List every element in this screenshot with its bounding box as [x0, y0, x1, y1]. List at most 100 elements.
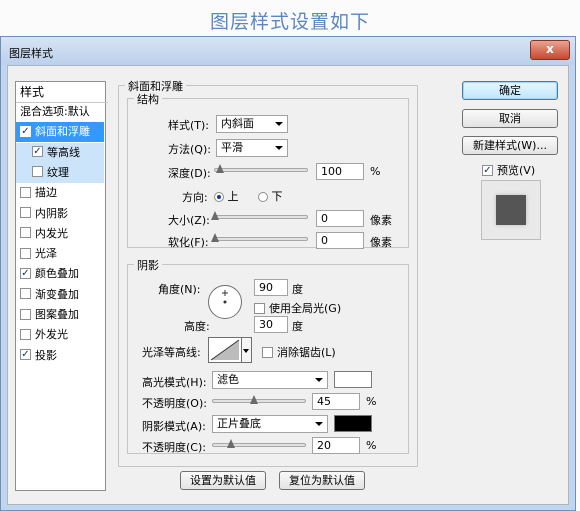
checkbox-icon[interactable] — [20, 247, 31, 259]
style-list-item[interactable]: ✓ 投影 — [16, 346, 104, 366]
highlight-opacity-slider[interactable] — [212, 395, 306, 404]
depth-unit: % — [370, 165, 381, 178]
banner: 图层样式设置如下 — [0, 0, 580, 36]
style-list-item-label: 斜面和浮雕 — [35, 125, 90, 139]
structure-group: 结构 样式(T): 内斜面 方法(Q): 平滑 深度(D): 100 % 方向: — [127, 91, 409, 249]
soften-input[interactable]: 0 — [316, 232, 364, 249]
direction-up-radio[interactable]: 上 — [214, 188, 239, 204]
set-default-button[interactable]: 设置为默认值 — [180, 471, 266, 490]
reset-default-button[interactable]: 复位为默认值 — [279, 471, 365, 490]
antialias-label: 消除锯齿(L) — [277, 346, 336, 359]
style-list-item-label: 渐变叠加 — [35, 287, 79, 301]
contour-curve-icon — [210, 339, 240, 361]
style-list-item[interactable]: ✓ 斜面和浮雕 — [16, 122, 104, 143]
depth-slider[interactable] — [214, 164, 308, 173]
direction-up-label: 上 — [227, 190, 239, 203]
highlight-mode-select[interactable]: 滤色 — [212, 371, 328, 389]
checkbox-checked-icon[interactable]: ✓ — [20, 267, 31, 279]
gloss-contour-picker[interactable] — [208, 337, 242, 363]
altitude-unit: 度 — [292, 320, 303, 333]
shadow-mode-value: 正片叠底 — [217, 417, 261, 430]
shadow-mode-select[interactable]: 正片叠底 — [212, 415, 328, 433]
checkbox-icon[interactable] — [20, 308, 31, 320]
global-light-checkbox[interactable]: 使用全局光(G) — [254, 300, 341, 316]
gloss-contour-dropdown[interactable] — [242, 337, 252, 363]
style-list-item[interactable]: ✓ 颜色叠加 — [16, 264, 104, 284]
style-list-item[interactable]: 混合选项:默认 — [16, 102, 104, 122]
depth-input[interactable]: 100 — [316, 163, 364, 180]
checkbox-icon[interactable] — [20, 288, 31, 300]
altitude-input[interactable]: 30 — [254, 316, 288, 333]
style-list-item[interactable]: 光泽 — [16, 244, 104, 264]
banner-title: 图层样式设置如下 — [209, 11, 370, 33]
dialog-titlebar[interactable]: 图层样式 x — [1, 37, 575, 65]
dialog-title: 图层样式 — [9, 47, 53, 60]
checkbox-icon[interactable] — [20, 186, 31, 198]
method-label: 方法(Q): — [168, 143, 211, 156]
style-list: 样式 混合选项:默认 ✓ 斜面和浮雕 ✓ 等高线 纹理描边内阴影内发光光泽 ✓ 颜色叠加渐变叠… — [15, 81, 108, 491]
angle-input[interactable]: 90 — [254, 279, 288, 296]
dialog-client: 样式 混合选项:默认 ✓ 斜面和浮雕 ✓ 等高线 纹理描边内阴影内发光光泽 ✓ 颜色叠加渐变叠… — [7, 65, 569, 505]
shadow-opacity-input[interactable]: 20 — [312, 437, 360, 454]
bevel-style-select[interactable]: 内斜面 — [216, 115, 288, 133]
shading-group: 阴影 角度(N): 90 度 使用全局光(G) 高度: 30 度 光泽等高线: … — [127, 257, 409, 454]
altitude-label: 高度: — [184, 320, 210, 333]
direction-down-label: 下 — [271, 190, 283, 203]
highlight-opacity-input[interactable]: 45 — [312, 393, 360, 410]
size-slider[interactable] — [211, 211, 308, 220]
technique-select[interactable]: 平滑 — [216, 139, 288, 157]
preview-checkbox[interactable]: ✓ 预览(V) — [482, 162, 535, 178]
style-list-item[interactable]: 内阴影 — [16, 204, 104, 224]
checkbox-icon[interactable] — [32, 166, 43, 178]
chevron-down-icon — [315, 378, 323, 382]
shadow-mode-label: 阴影模式(A): — [142, 420, 206, 433]
antialias-checkbox[interactable]: 消除锯齿(L) — [262, 344, 336, 360]
style-list-item[interactable]: 渐变叠加 — [16, 285, 104, 305]
style-list-item[interactable]: 内发光 — [16, 224, 104, 244]
angle-dial[interactable] — [208, 285, 242, 319]
style-list-item[interactable]: 纹理 — [16, 162, 104, 183]
size-input[interactable]: 0 — [316, 210, 364, 227]
direction-down-radio[interactable]: 下 — [258, 188, 283, 204]
checkbox-icon — [254, 302, 265, 314]
highlight-color-swatch[interactable] — [334, 371, 372, 388]
highlight-mode-label: 高光模式(H): — [142, 376, 207, 389]
style-list-item-label: 光泽 — [35, 247, 57, 261]
shadow-opacity-slider-thumb[interactable] — [227, 439, 236, 449]
shadow-opacity-label: 不透明度(C): — [142, 441, 206, 454]
soften-label: 软化(F): — [168, 236, 209, 249]
shadow-opacity-slider[interactable] — [212, 439, 306, 448]
soften-slider[interactable] — [211, 233, 308, 242]
checkbox-checked-icon[interactable]: ✓ — [32, 146, 43, 158]
style-list-item[interactable]: 外发光 — [16, 325, 104, 345]
preview-label: 预览(V) — [497, 164, 536, 177]
chevron-down-icon — [243, 349, 249, 353]
highlight-opacity-slider-thumb[interactable] — [250, 395, 259, 405]
style-list-item-label: 内发光 — [35, 226, 68, 240]
gloss-contour-label: 光泽等高线: — [142, 346, 201, 359]
checkbox-icon[interactable] — [20, 227, 31, 239]
checkbox-icon[interactable] — [20, 328, 31, 340]
style-list-item[interactable]: ✓ 等高线 — [16, 142, 104, 163]
size-slider-thumb[interactable] — [211, 211, 219, 221]
style-list-item[interactable]: 图案叠加 — [16, 305, 104, 325]
close-button[interactable]: x — [530, 40, 570, 60]
checkbox-icon[interactable] — [20, 207, 31, 218]
style-list-item-label: 描边 — [35, 186, 57, 200]
style-list-header[interactable]: 样式 — [16, 82, 108, 103]
radio-off-icon — [258, 192, 268, 202]
new-style-button[interactable]: 新建样式(W)... — [462, 136, 558, 155]
depth-slider-thumb[interactable] — [215, 164, 224, 174]
ok-button[interactable]: 确定 — [462, 81, 558, 100]
checkbox-checked-icon[interactable]: ✓ — [20, 349, 31, 361]
chevron-down-icon — [315, 422, 323, 426]
chevron-down-icon — [275, 146, 283, 150]
checkbox-icon — [262, 346, 273, 358]
checkbox-checked-icon[interactable]: ✓ — [20, 125, 31, 137]
cancel-button[interactable]: 取消 — [462, 109, 558, 128]
shadow-color-swatch[interactable] — [334, 415, 372, 432]
style-list-item[interactable]: 描边 — [16, 183, 104, 203]
checkbox-icon: ✓ — [482, 164, 493, 176]
bevel-section: 斜面和浮雕 结构 样式(T): 内斜面 方法(Q): 平滑 深度(D): 100… — [118, 78, 418, 467]
soften-slider-thumb[interactable] — [211, 233, 219, 243]
